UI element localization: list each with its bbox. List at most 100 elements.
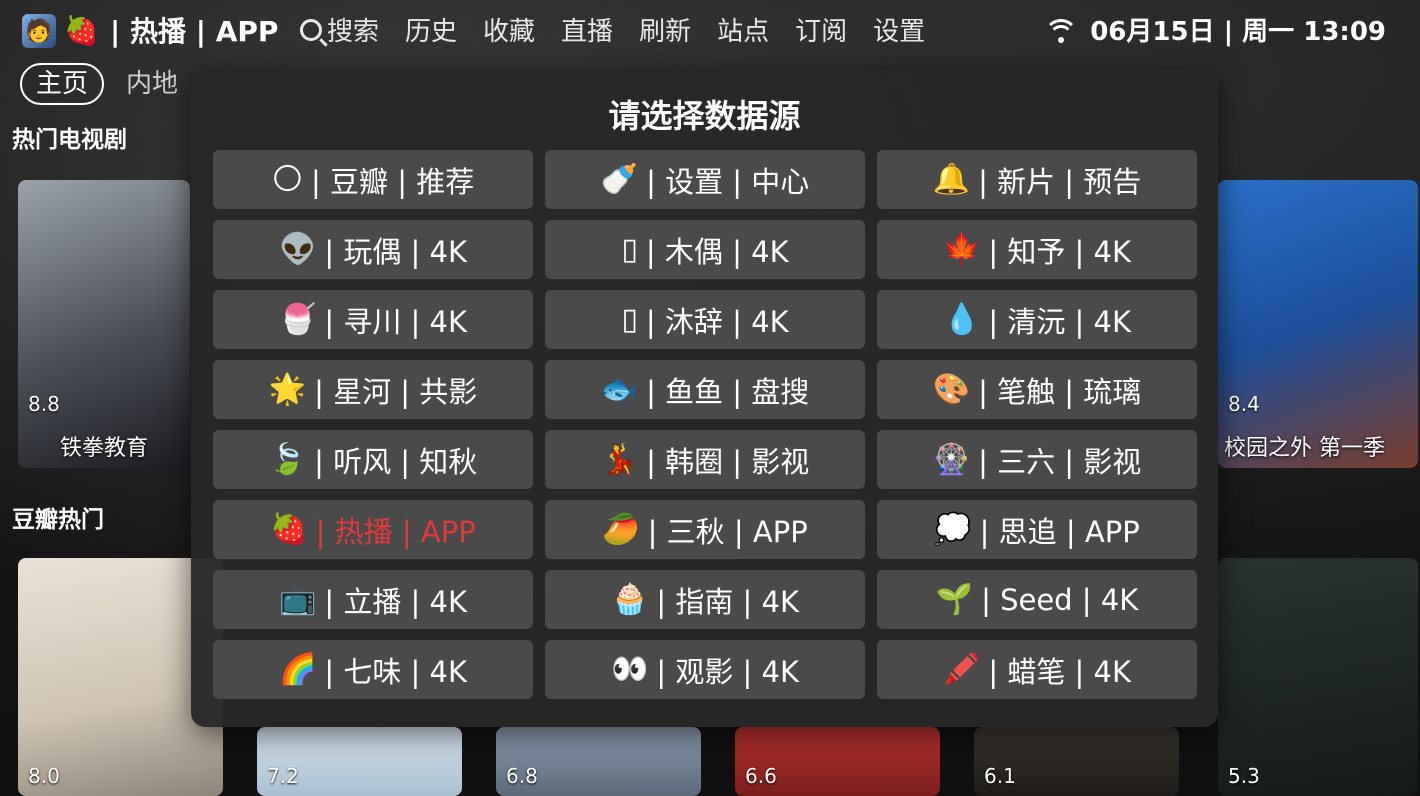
nav-live[interactable]: 直播 — [548, 12, 626, 52]
source-emoji-icon: 🍃 — [268, 442, 307, 477]
source-button[interactable]: 🌈 | 七味 | 4K — [213, 640, 533, 699]
tab-mainland[interactable]: 内地 — [126, 65, 178, 103]
source-label: | 三六 | 影视 — [978, 444, 1142, 479]
nav-search[interactable]: 搜索 — [300, 12, 392, 52]
card-rating: 7.2 — [267, 764, 299, 788]
card-rating: 8.8 — [28, 392, 60, 416]
source-emoji-icon: ▯ — [621, 302, 638, 337]
app-title[interactable]: | 热播 | APP — [110, 12, 278, 52]
source-button[interactable]: 🐟 | 鱼鱼 | 盘搜 — [545, 360, 865, 419]
media-card[interactable]: 5.3 — [1218, 558, 1418, 796]
source-label: | 观影 | 4K — [656, 654, 800, 689]
source-emoji-icon: 🧁 — [610, 582, 649, 617]
media-card[interactable]: 7.2 — [257, 727, 462, 796]
source-emoji-icon: ▯ — [621, 232, 638, 267]
card-rating: 8.0 — [28, 764, 60, 788]
source-button[interactable]: 🌕 | 豆瓣 | 推荐 — [213, 150, 533, 209]
source-emoji-icon: 🖍️ — [942, 652, 981, 687]
tab-home[interactable]: 主页 — [20, 63, 105, 105]
source-button[interactable]: 🍼 | 设置 | 中心 — [545, 150, 865, 209]
source-button[interactable]: 💃 | 韩圈 | 影视 — [545, 430, 865, 489]
source-select-dialog: 请选择数据源 🌕 | 豆瓣 | 推荐 🍼 | 设置 | 中心 🔔 | 新片 | 预告 👽 | … — [191, 70, 1218, 727]
source-button[interactable]: 🥭 | 三秋 | APP — [545, 500, 865, 559]
source-button[interactable]: ▯ | 沐辞 | 4K — [545, 290, 865, 349]
media-card[interactable]: 6.1 — [974, 727, 1179, 796]
source-button[interactable]: 🌟 | 星河 | 共影 — [213, 360, 533, 419]
media-card[interactable]: 6.8 — [496, 727, 701, 796]
source-label: | 立播 | 4K — [324, 584, 468, 619]
top-nav: 搜索 历史 收藏 直播 刷新 站点 订阅 设置 — [300, 12, 938, 52]
source-emoji-icon: 🌕 — [271, 162, 304, 197]
media-card[interactable]: 8.8 铁拳教育 — [18, 180, 190, 468]
source-emoji-icon: 📺 — [278, 582, 317, 617]
source-label: | 星河 | 共影 — [314, 374, 478, 409]
brand-strawberry-icon: 🍓 — [64, 14, 99, 47]
source-button[interactable]: 👽 | 玩偶 | 4K — [213, 220, 533, 279]
source-button[interactable]: ▯ | 木偶 | 4K — [545, 220, 865, 279]
source-emoji-icon: 🍼 — [600, 162, 639, 197]
nav-refresh[interactable]: 刷新 — [626, 12, 704, 52]
source-button[interactable]: 🎡 | 三六 | 影视 — [877, 430, 1197, 489]
dialog-title: 请选择数据源 — [608, 97, 801, 135]
nav-settings[interactable]: 设置 — [860, 12, 938, 52]
source-label: | 知予 | 4K — [988, 234, 1132, 269]
source-label: | 思追 | APP — [979, 514, 1140, 549]
source-button[interactable]: 🔔 | 新片 | 预告 — [877, 150, 1197, 209]
card-rating: 6.6 — [745, 764, 777, 788]
source-label: | 韩圈 | 影视 — [646, 444, 810, 479]
source-label: | 听风 | 知秋 — [314, 444, 478, 479]
source-label: | 玩偶 | 4K — [324, 234, 468, 269]
source-label: | 指南 | 4K — [656, 584, 800, 619]
card-rating: 5.3 — [1228, 764, 1260, 788]
source-label: | 设置 | 中心 — [646, 164, 810, 199]
source-label: | Seed | 4K — [981, 582, 1139, 617]
source-label: | 笔触 | 琉璃 — [978, 374, 1142, 409]
nav-subscribe[interactable]: 订阅 — [782, 12, 860, 52]
section-title-hot-tv: 热门电视剧 — [12, 127, 127, 153]
source-button[interactable]: 🍧 | 寻川 | 4K — [213, 290, 533, 349]
source-emoji-icon: 💃 — [600, 442, 639, 477]
source-emoji-icon: 🎡 — [932, 442, 971, 477]
nav-favorites[interactable]: 收藏 — [470, 12, 548, 52]
source-button[interactable]: 💧 | 清沅 | 4K — [877, 290, 1197, 349]
source-button[interactable]: 🌱 | Seed | 4K — [877, 570, 1197, 629]
source-emoji-icon: 🎨 — [932, 372, 971, 407]
wifi-icon — [1044, 19, 1079, 45]
source-button[interactable]: 💭 | 思追 | APP — [877, 500, 1197, 559]
source-label: | 木偶 | 4K — [645, 234, 789, 269]
source-grid: 🌕 | 豆瓣 | 推荐 🍼 | 设置 | 中心 🔔 | 新片 | 预告 👽 | 玩偶 | 4K… — [213, 150, 1197, 699]
media-card[interactable]: 8.4 校园之外 第一季 — [1218, 180, 1418, 468]
source-emoji-icon: 🐟 — [600, 372, 639, 407]
source-button[interactable]: 🍁 | 知予 | 4K — [877, 220, 1197, 279]
clock: 06月15日 | 周一 13:09 — [1090, 17, 1386, 47]
nav-search-label: 搜索 — [327, 17, 380, 47]
card-title: 铁拳教育 — [59, 436, 148, 461]
source-emoji-icon: 🌈 — [278, 652, 317, 687]
source-emoji-icon: 💧 — [942, 302, 981, 337]
source-label: | 沐辞 | 4K — [645, 304, 789, 339]
source-label: | 蜡笔 | 4K — [988, 654, 1132, 689]
nav-sites[interactable]: 站点 — [704, 12, 782, 52]
avatar-icon[interactable]: 🧑 — [22, 14, 56, 48]
nav-history[interactable]: 历史 — [392, 12, 470, 52]
media-card[interactable]: 6.6 — [735, 727, 940, 796]
source-label: | 豆瓣 | 推荐 — [311, 164, 475, 199]
source-emoji-icon: 🌟 — [268, 372, 307, 407]
source-button[interactable]: 🎨 | 笔触 | 琉璃 — [877, 360, 1197, 419]
source-button[interactable]: 👀 | 观影 | 4K — [545, 640, 865, 699]
source-button[interactable]: 🧁 | 指南 | 4K — [545, 570, 865, 629]
status-area: 06月15日 | 周一 13:09 — [1044, 12, 1386, 52]
source-label: | 三秋 | APP — [647, 514, 808, 549]
source-button[interactable]: 🍃 | 听风 | 知秋 — [213, 430, 533, 489]
source-button[interactable]: 📺 | 立播 | 4K — [213, 570, 533, 629]
source-label: | 七味 | 4K — [324, 654, 468, 689]
source-emoji-icon: 👀 — [610, 652, 649, 687]
source-emoji-icon: 🍁 — [942, 232, 981, 267]
source-emoji-icon: 👽 — [278, 232, 317, 267]
source-button[interactable]: 🍓 | 热播 | APP — [213, 500, 533, 559]
card-rating: 8.4 — [1228, 392, 1260, 416]
card-rating: 6.8 — [506, 764, 538, 788]
source-emoji-icon: 🥭 — [602, 512, 640, 547]
source-button[interactable]: 🖍️ | 蜡笔 | 4K — [877, 640, 1197, 699]
source-label: | 寻川 | 4K — [324, 304, 468, 339]
